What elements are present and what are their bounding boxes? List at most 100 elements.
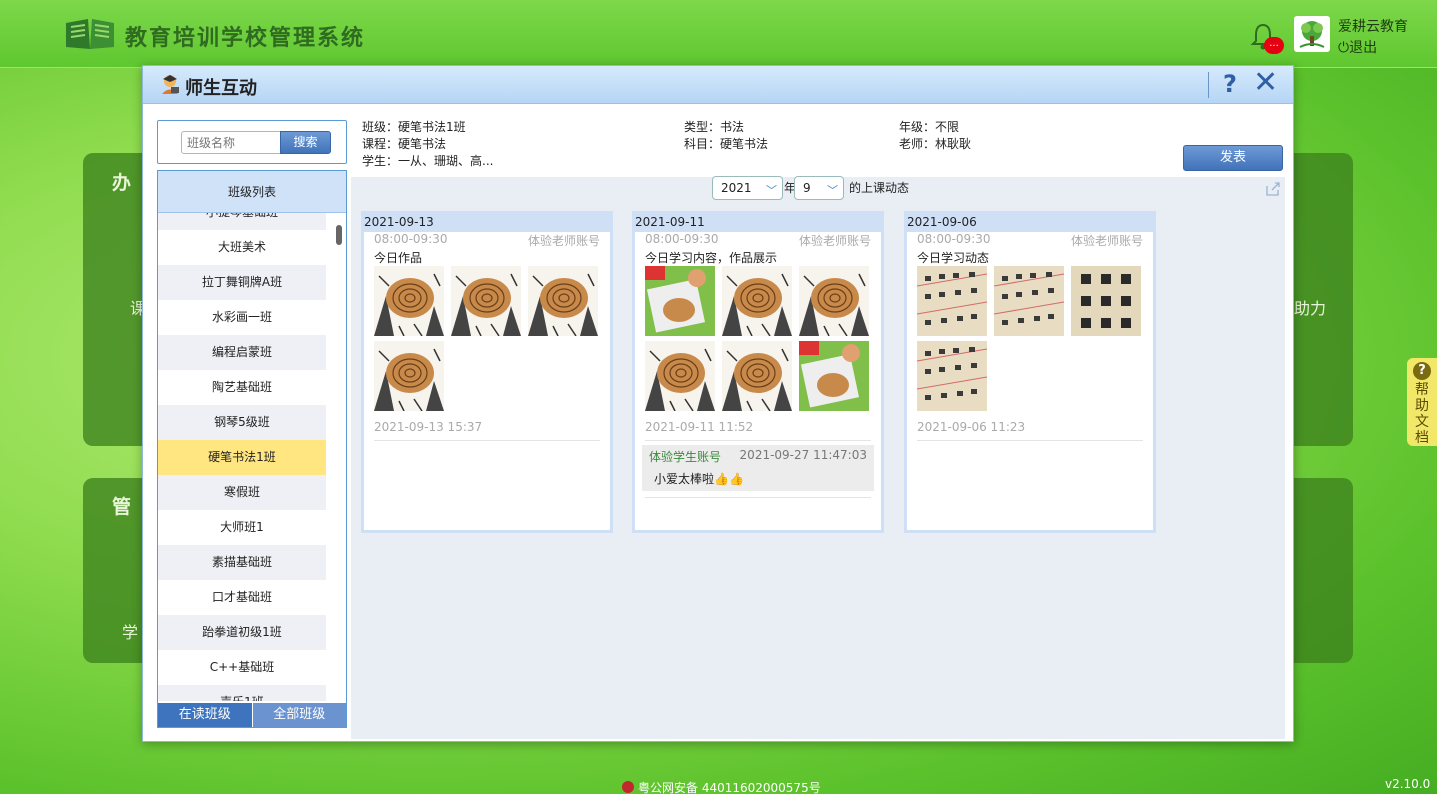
class-list-item[interactable]: 声乐1班 xyxy=(158,685,326,701)
post-image[interactable] xyxy=(722,341,792,411)
tab-current-classes[interactable]: 在读班级 xyxy=(158,703,252,727)
footer-text: 粤公网安备 44011602000575号 xyxy=(638,781,821,794)
info-class: 班级：硬笔书法1班 xyxy=(362,120,466,134)
month-select[interactable]: 9 ﹀ xyxy=(794,176,844,200)
info-course: 课程：硬笔书法 xyxy=(362,137,447,151)
class-list-item[interactable]: 跆拳道初级1班 xyxy=(158,615,326,650)
post-image[interactable] xyxy=(799,341,869,411)
post-posted-at: 2021-09-06 11:23 xyxy=(917,420,1026,434)
post-image[interactable] xyxy=(722,266,792,336)
class-list-item[interactable]: 小提琴基础班 xyxy=(158,213,326,230)
interaction-dialog: 师生互动 ? ✕ 搜索 班级列表 小提琴基础班大班美术拉丁舞铜牌A班水彩画一班编… xyxy=(142,65,1294,742)
post-author: 体验老师账号 xyxy=(798,234,871,248)
class-list-header: 班级列表 xyxy=(158,171,346,213)
police-badge-icon xyxy=(622,781,634,793)
class-list-item[interactable]: 陶艺基础班 xyxy=(158,370,326,405)
share-icon[interactable] xyxy=(1265,181,1281,197)
bg-panel-office-item-2: 助力 xyxy=(1294,299,1327,318)
class-filter-tabs: 在读班级 全部班级 xyxy=(158,703,346,727)
post-text: 今日学习内容，作品展示 xyxy=(645,251,778,265)
class-list-scroll[interactable]: 小提琴基础班大班美术拉丁舞铜牌A班水彩画一班编程启蒙班陶艺基础班钢琴5级班硬笔书… xyxy=(158,213,346,701)
footer-icp: 粤公网安备 44011602000575号 xyxy=(622,779,821,794)
post-image[interactable] xyxy=(1071,266,1141,336)
post-image[interactable] xyxy=(374,266,444,336)
class-list-item[interactable]: 硬笔书法1班 xyxy=(158,440,326,475)
chevron-down-icon: ﹀ xyxy=(827,184,838,197)
class-list-item[interactable]: 水彩画一班 xyxy=(158,300,326,335)
year-select[interactable]: 2021 ﹀ xyxy=(712,176,783,200)
bg-panel-office-title: 办 xyxy=(112,172,132,194)
post-image[interactable] xyxy=(799,266,869,336)
class-list-item[interactable]: 拉丁舞铜牌A班 xyxy=(158,265,326,300)
logout-button[interactable]: ⏻退出 xyxy=(1338,37,1377,57)
class-name-input[interactable] xyxy=(181,131,281,154)
close-button[interactable]: ✕ xyxy=(1253,65,1278,100)
bg-panel-manage-title: 管 xyxy=(112,496,132,518)
post-posted-at: 2021-09-11 11:52 xyxy=(645,420,754,434)
post-time-range: 08:00-09:30 xyxy=(917,232,991,246)
comment-time: 2021-09-27 11:47:03 xyxy=(739,448,867,462)
scrollbar-thumb[interactable] xyxy=(336,225,342,245)
post-meta: 08:00-09:30 体验老师账号 xyxy=(374,232,600,248)
class-list-item[interactable]: 钢琴5级班 xyxy=(158,405,326,440)
post-meta: 08:00-09:30 体验老师账号 xyxy=(917,232,1143,248)
class-list-item[interactable]: 口才基础班 xyxy=(158,580,326,615)
info-type: 类型：书法 xyxy=(684,120,745,134)
post-image[interactable] xyxy=(917,266,987,336)
info-students: 学生：一从、珊瑚、高... xyxy=(362,154,494,168)
post-images xyxy=(374,266,614,416)
post-image[interactable] xyxy=(528,266,598,336)
month-value: 9 xyxy=(803,181,811,195)
post-date: 2021-09-06 xyxy=(907,214,1153,232)
post-image[interactable] xyxy=(645,266,715,336)
teacher-icon xyxy=(162,75,179,94)
info-grade: 年级：不限 xyxy=(899,120,960,134)
post-date: 2021-09-13 xyxy=(364,214,610,232)
help-doc-char: 文 xyxy=(1415,414,1429,430)
post-image[interactable] xyxy=(917,341,987,411)
divider xyxy=(917,440,1143,441)
post-button[interactable]: 发表 xyxy=(1183,145,1283,171)
app-title: 教育培训学校管理系统 xyxy=(125,26,366,51)
comment-text: 小爱太棒啦👍👍 xyxy=(654,472,744,486)
post-card: 2021-09-11 08:00-09:30 体验老师账号 今日学习内容，作品展示 xyxy=(632,211,884,533)
class-list-item[interactable]: 大师班1 xyxy=(158,510,326,545)
class-list-panel: 班级列表 小提琴基础班大班美术拉丁舞铜牌A班水彩画一班编程启蒙班陶艺基础班钢琴5… xyxy=(157,170,347,728)
book-logo-icon xyxy=(66,19,114,49)
post-time-range: 08:00-09:30 xyxy=(374,232,448,246)
org-name: 爱耕云教育 xyxy=(1338,19,1408,35)
post-image[interactable] xyxy=(451,266,521,336)
notification-badge: ... xyxy=(1264,37,1284,54)
class-list-item[interactable]: C++基础班 xyxy=(158,650,326,685)
post-author: 体验老师账号 xyxy=(527,234,600,248)
help-doc-char: 助 xyxy=(1415,398,1429,414)
class-list-item[interactable]: 大班美术 xyxy=(158,230,326,265)
class-list-item[interactable]: 编程启蒙班 xyxy=(158,335,326,370)
info-subject: 科目：硬笔书法 xyxy=(684,137,769,151)
tab-all-classes[interactable]: 全部班级 xyxy=(251,703,346,727)
post-image[interactable] xyxy=(374,341,444,411)
class-list-item[interactable]: 寒假班 xyxy=(158,475,326,510)
divider xyxy=(374,440,600,441)
year-value: 2021 xyxy=(721,181,752,195)
post-image[interactable] xyxy=(645,341,715,411)
post-meta: 08:00-09:30 体验老师账号 xyxy=(645,232,871,248)
top-bar: 教育培训学校管理系统 ... 爱耕云教育 ⏻退出 xyxy=(0,0,1437,68)
info-teacher: 老师：林耿耿 xyxy=(899,137,972,151)
divider xyxy=(645,440,871,441)
post-posted-at: 2021-09-13 15:37 xyxy=(374,420,483,434)
power-icon: ⏻ xyxy=(1338,40,1350,56)
help-doc-tab[interactable]: ? 帮 助 文 档 xyxy=(1407,358,1437,446)
post-card: 2021-09-06 08:00-09:30 体验老师账号 今日学习动态 2021… xyxy=(904,211,1156,533)
post-date: 2021-09-11 xyxy=(635,214,881,232)
help-button[interactable]: ? xyxy=(1223,70,1237,98)
header-divider xyxy=(1208,72,1209,98)
class-search-box: 搜索 xyxy=(157,120,347,164)
post-images xyxy=(917,266,1157,416)
post-image[interactable] xyxy=(994,266,1064,336)
help-doc-char: 档 xyxy=(1415,430,1429,446)
logout-label: 退出 xyxy=(1349,40,1378,56)
class-list-item[interactable]: 素描基础班 xyxy=(158,545,326,580)
post-time-range: 08:00-09:30 xyxy=(645,232,719,246)
search-button[interactable]: 搜索 xyxy=(280,131,331,154)
